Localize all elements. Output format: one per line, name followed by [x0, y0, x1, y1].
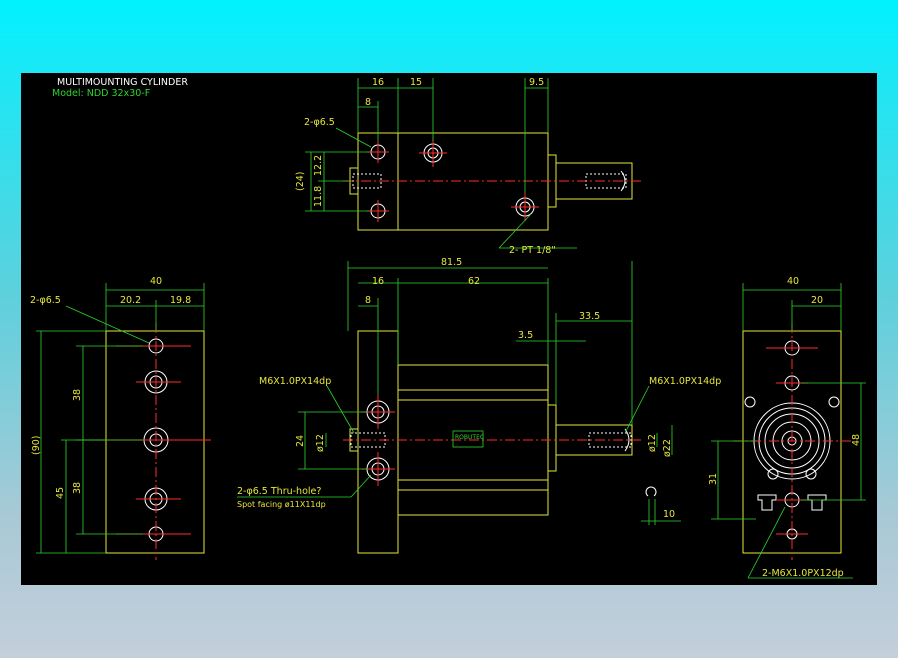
dim-62: 62	[468, 276, 480, 287]
dim-15: 15	[410, 77, 422, 88]
dim-45: 45	[55, 487, 66, 499]
brand-label: ROBUTEC	[455, 434, 484, 441]
dim-3-5: 3.5	[518, 330, 533, 341]
port-callout: 2- PT 1/8"	[509, 245, 556, 256]
dim-24: 24	[295, 435, 306, 447]
cad-drawing: MULTIMOUNTING CYLINDER Model: NDD 32x30-…	[30, 77, 866, 579]
dim-8: 8	[365, 97, 371, 108]
dim-90: (90)	[31, 435, 42, 455]
thread-callout: 2-M6X1.0PX12dp	[762, 568, 844, 579]
dim-20-2: 20.2	[120, 295, 141, 306]
dim-12-2: 12.2	[313, 155, 324, 176]
dia-12-right: ø12	[647, 434, 658, 452]
hole-callout: 2-φ6.5	[30, 295, 61, 306]
drawing-model: Model: NDD 32x30-F	[52, 88, 150, 99]
dim-20: 20	[811, 295, 823, 306]
thread-right: M6X1.0PX14dp	[649, 376, 721, 387]
dim-38a: 38	[72, 389, 83, 401]
right-view: 40 20 48 31 2-M6X1.0PX12dp	[708, 276, 866, 579]
dia-12-left: ø12	[315, 434, 326, 452]
dim-33-5: 33.5	[579, 311, 600, 322]
dim-48: 48	[851, 434, 862, 446]
dim-24: (24)	[295, 171, 306, 191]
thread-left: M6X1.0PX14dp	[259, 376, 331, 387]
hole-callout: 2-φ6.5	[304, 117, 335, 128]
dim-19-8: 19.8	[170, 295, 191, 306]
dim-16: 16	[372, 77, 384, 88]
dim-31: 31	[708, 473, 719, 485]
dim-38b: 38	[72, 482, 83, 494]
dim-81-5: 81.5	[441, 257, 462, 268]
dim-11-8: 11.8	[313, 186, 324, 207]
front-view: ROBUTEC 81.5 16 62 8 33.5 3.5 M6X1.0PX14…	[237, 257, 721, 554]
drawing-sheet: MULTIMOUNTING CYLINDER Model: NDD 32x30-…	[21, 73, 877, 585]
dim-16: 16	[372, 276, 384, 287]
spot-facing: Spot facing ø11X11dp	[237, 500, 326, 509]
dim-40: 40	[787, 276, 799, 287]
dim-40: 40	[150, 276, 162, 287]
top-view: 16 15 9.5 8 2-φ6.5 (24) 12.2 11.8 2- PT …	[295, 77, 641, 256]
dim-10: 10	[663, 509, 675, 520]
dia-22: ø22	[662, 439, 673, 457]
dim-8: 8	[365, 295, 371, 306]
hole-callout: 2-φ6.5 Thru-hole?	[237, 486, 321, 497]
dim-9-5: 9.5	[529, 77, 544, 88]
left-view: 40 20.2 19.8 2-φ6.5 (90) 38 38 45	[30, 276, 211, 560]
drawing-title: MULTIMOUNTING CYLINDER	[57, 77, 188, 88]
